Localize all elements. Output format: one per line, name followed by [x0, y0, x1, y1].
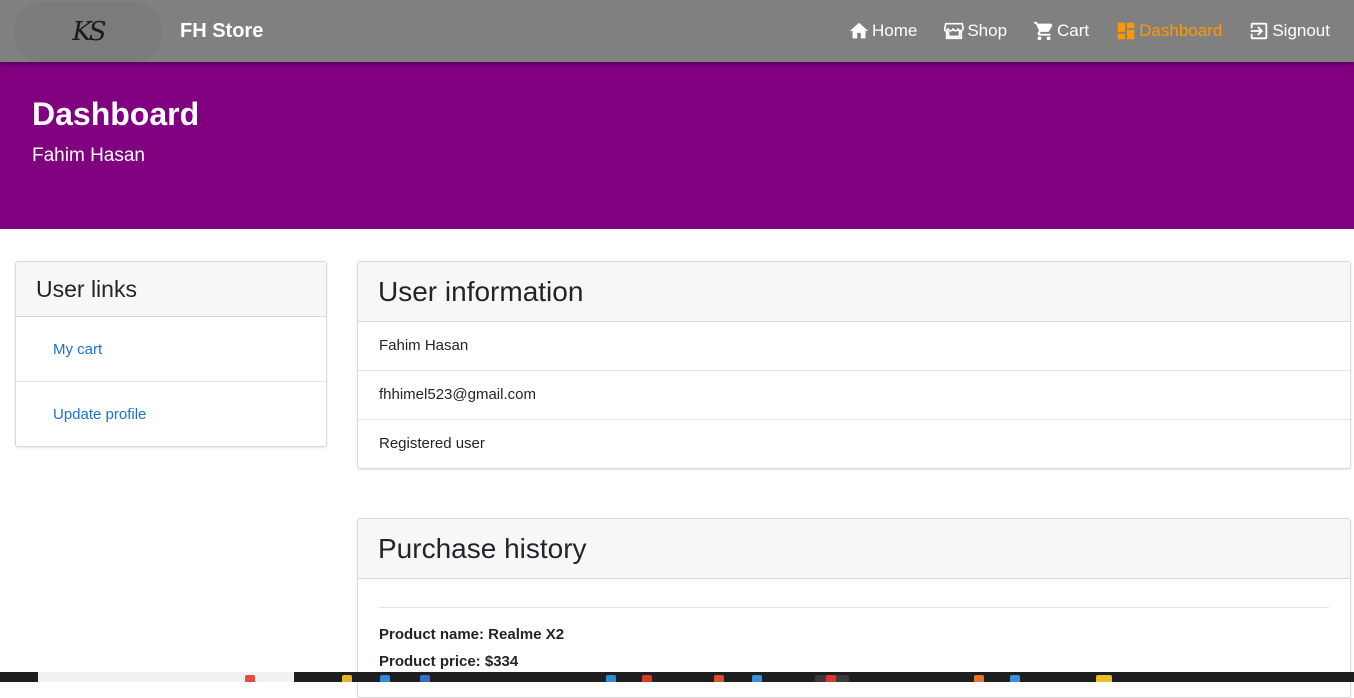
- nav-dashboard-label: Dashboard: [1139, 21, 1223, 40]
- main-nav: Home Shop Cart Dashboard Signout: [848, 20, 1330, 42]
- page-title: Dashboard: [32, 96, 200, 132]
- top-navbar: KS FH Store Home Shop Cart Dashboard Sig…: [0, 0, 1354, 62]
- logo-monogram: KS: [72, 17, 106, 47]
- taskbar-app-icon[interactable]: [380, 675, 390, 682]
- user-email: fhhimel523@gmail.com: [358, 371, 1350, 420]
- nav-cart[interactable]: Cart: [1033, 20, 1089, 42]
- os-taskbar: [0, 672, 1354, 682]
- taskbar-app-icon[interactable]: [342, 675, 352, 682]
- taskbar-app-icon[interactable]: [606, 675, 616, 682]
- taskbar-app-icon[interactable]: [1010, 675, 1020, 682]
- purchase-history-card: Purchase history Product name: Realme X2…: [357, 518, 1351, 698]
- user-name: Fahim Hasan: [358, 322, 1350, 371]
- store-logo[interactable]: KS: [14, 2, 162, 62]
- update-profile-link[interactable]: Update profile: [16, 382, 326, 446]
- store-icon: [944, 22, 965, 40]
- nav-shop-label: Shop: [967, 21, 1008, 40]
- purchase-history-title: Purchase history: [358, 519, 1350, 579]
- taskbar-app-icon[interactable]: [752, 675, 762, 682]
- taskbar-app-icon[interactable]: [974, 675, 984, 682]
- page-banner: Dashboard Fahim Hasan: [0, 62, 1354, 229]
- user-role: Registered user: [379, 435, 485, 452]
- nav-home-label: Home: [871, 21, 918, 40]
- taskbar-app-icon[interactable]: [642, 675, 652, 682]
- taskbar-app-icon[interactable]: [1096, 675, 1112, 682]
- product-name: Product name: Realme X2: [379, 626, 565, 643]
- taskbar-search[interactable]: [38, 672, 294, 682]
- nav-signout[interactable]: Signout: [1248, 20, 1330, 42]
- brand-name[interactable]: FH Store: [180, 20, 263, 43]
- user-information-card: User information Fahim Hasan fhhimel523@…: [357, 261, 1351, 469]
- taskbar-app-icon[interactable]: [826, 675, 836, 682]
- user-links-title: User links: [16, 262, 326, 317]
- signout-icon: [1251, 22, 1268, 40]
- purchase-history-list: Product name: Realme X2 Product price: $…: [358, 579, 1350, 680]
- user-name-subtitle: Fahim Hasan: [32, 145, 145, 166]
- history-divider: [379, 607, 1329, 608]
- nav-dashboard[interactable]: Dashboard: [1115, 20, 1222, 42]
- taskbar-app-icon[interactable]: [245, 675, 255, 682]
- my-cart-link[interactable]: My cart: [16, 317, 326, 382]
- taskbar-app-icon[interactable]: [420, 675, 430, 682]
- cart-icon: [1033, 21, 1053, 41]
- taskbar-app-icon[interactable]: [714, 675, 724, 682]
- nav-signout-label: Signout: [1272, 21, 1330, 40]
- user-information-title: User information: [358, 262, 1350, 322]
- user-links-card: User links My cart Update profile: [15, 261, 327, 447]
- nav-home[interactable]: Home: [848, 20, 917, 42]
- nav-cart-label: Cart: [1057, 21, 1090, 40]
- nav-shop[interactable]: Shop: [943, 20, 1007, 42]
- home-icon: [849, 22, 869, 39]
- dashboard-icon: [1117, 22, 1135, 40]
